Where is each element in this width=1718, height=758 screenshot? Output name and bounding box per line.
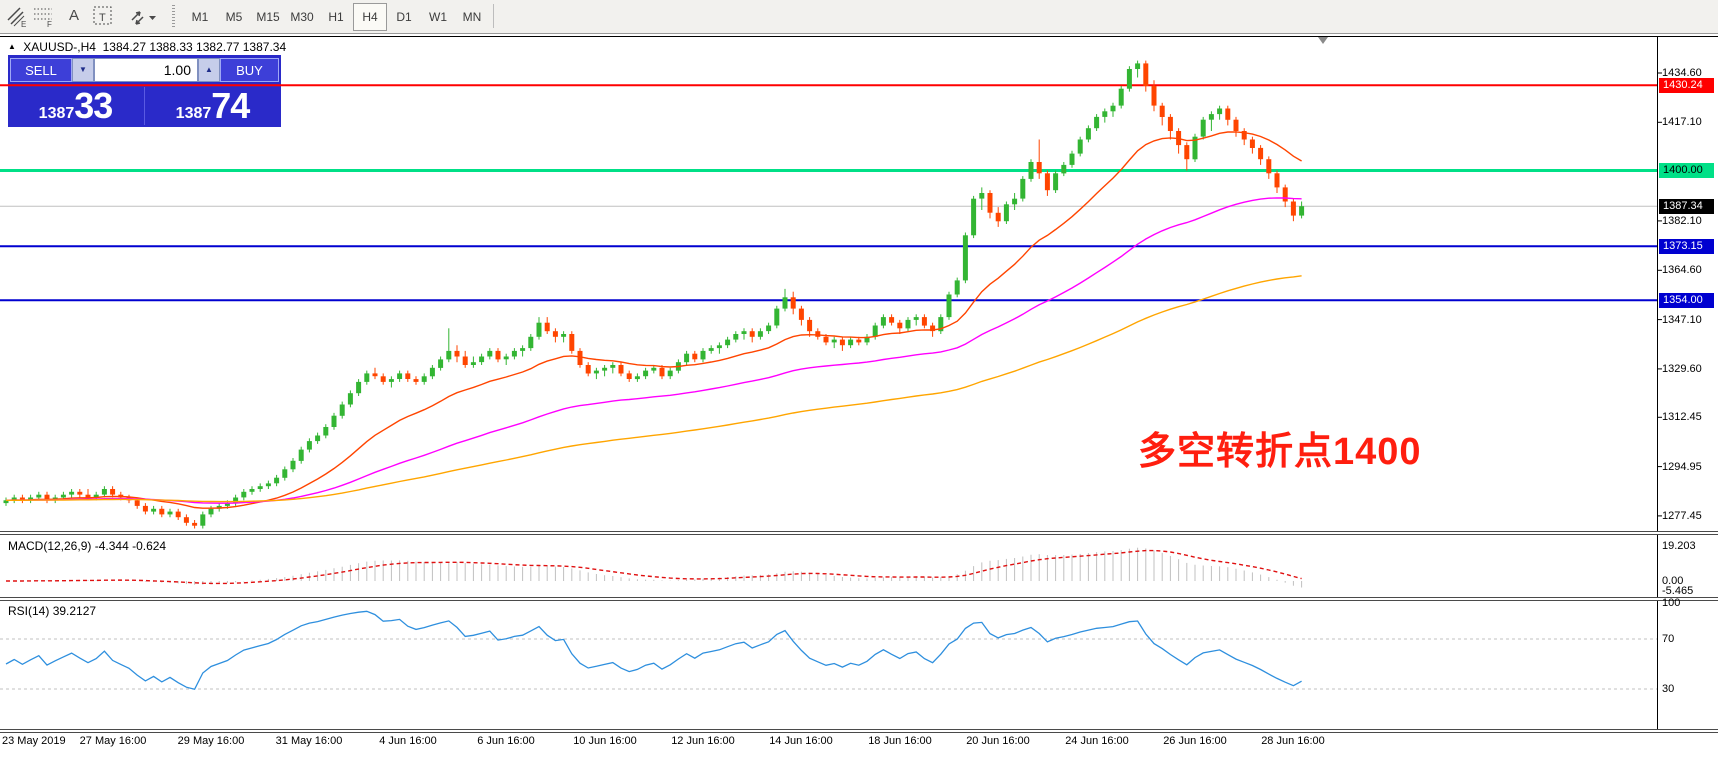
fibonacci-grid-icon[interactable]: F (32, 4, 56, 29)
chart-border (0, 36, 1718, 37)
time-axis-label: 20 Jun 16:00 (966, 735, 1030, 747)
rsi-axis-label: 100 (1662, 597, 1681, 609)
macd-value: -4.344 -0.624 (94, 539, 167, 553)
level-price-badge: 1430.24 (1659, 78, 1714, 93)
rsi-value: 39.2127 (52, 604, 97, 618)
buy-price-small: 1387 (175, 105, 212, 122)
symbol-ohlc: 1384.27 1388.33 1382.77 1387.34 (102, 40, 287, 54)
chart-window: ▲ XAUUSD-,H4 1384.27 1388.33 1382.77 138… (0, 34, 1718, 753)
timeframe-w1[interactable]: W1 (421, 3, 455, 31)
price-label: 1364.60 (1662, 264, 1702, 276)
buy-price-big: 74 (211, 85, 250, 126)
svg-text:F: F (47, 20, 52, 28)
timeframe-m5[interactable]: M5 (217, 3, 251, 31)
price-axis-line (1657, 36, 1658, 733)
sell-price-big: 33 (74, 85, 113, 126)
timeaxis-splitter (0, 729, 1718, 733)
level-price-badge: 1400.00 (1659, 163, 1714, 178)
time-axis-label: 4 Jun 16:00 (379, 735, 437, 747)
sell-price[interactable]: 138733 (8, 85, 143, 126)
toolbar-separator (493, 4, 494, 28)
sell-price-small: 1387 (38, 105, 75, 122)
toolbar-drag-handle[interactable] (172, 5, 175, 27)
timeframe-mn[interactable]: MN (455, 3, 489, 31)
timeframe-d1[interactable]: D1 (387, 3, 421, 31)
svg-text:T: T (99, 12, 106, 24)
sell-button[interactable]: SELL (10, 58, 72, 82)
timeframe-bar: M1 M5 M15 M30 H1 H4 D1 W1 MN (183, 3, 489, 31)
timeframe-m15[interactable]: M15 (251, 3, 285, 31)
mt4-window: E F A T M1 M5 M15 M30 H1 H4 D1 W1 MN ▲ X… (0, 0, 1718, 753)
volume-input[interactable] (94, 58, 198, 82)
rsi-axis-label: 70 (1662, 633, 1675, 645)
buy-button[interactable]: BUY (220, 58, 279, 82)
equidistant-channel-icon[interactable]: E (6, 4, 28, 29)
volume-decrease-button[interactable]: ▼ (72, 58, 94, 82)
rsi-splitter[interactable] (0, 597, 1718, 601)
time-axis-label: 31 May 16:00 (275, 735, 343, 747)
time-axis-label: 6 Jun 16:00 (477, 735, 535, 747)
scroll-anchor-icon[interactable] (1318, 37, 1328, 44)
level-price-badge: 1373.15 (1659, 239, 1714, 254)
time-axis-label: 28 Jun 16:00 (1261, 735, 1325, 747)
current-price-badge: 1387.34 (1659, 199, 1714, 214)
time-axis-label: 10 Jun 16:00 (573, 735, 637, 747)
volume-stepper: ▼ ▲ (72, 58, 220, 82)
timeframe-m1[interactable]: M1 (183, 3, 217, 31)
time-axis-label: 18 Jun 16:00 (868, 735, 932, 747)
timeframe-h1[interactable]: H1 (319, 3, 353, 31)
price-label: 1294.95 (1662, 461, 1702, 473)
time-axis-label: 29 May 16:00 (177, 735, 245, 747)
price-label: 1382.10 (1662, 215, 1702, 227)
time-axis-label: 24 Jun 16:00 (1065, 735, 1129, 747)
price-label: 1312.45 (1662, 411, 1702, 423)
time-axis-label: 27 May 16:00 (79, 735, 147, 747)
arrow-tools-icon[interactable] (128, 4, 158, 28)
time-axis-label: 14 Jun 16:00 (769, 735, 833, 747)
rsi-title: RSI(14) (8, 604, 50, 618)
timeframe-h4[interactable]: H4 (353, 3, 387, 31)
rsi-axis-label: 30 (1662, 683, 1675, 695)
buy-price[interactable]: 138774 (145, 85, 280, 126)
symbol-info: ▲ XAUUSD-,H4 1384.27 1388.33 1382.77 138… (8, 40, 286, 54)
chart-annotation-text: 多空转折点1400 (1138, 431, 1422, 473)
timeframe-m30[interactable]: M30 (285, 3, 319, 31)
time-axis-label: 23 May 2019 (2, 735, 66, 747)
svg-text:E: E (21, 20, 26, 28)
toolbar: E F A T M1 M5 M15 M30 H1 H4 D1 W1 MN (0, 0, 1718, 34)
text-label-icon[interactable]: A (66, 4, 82, 28)
rsi-header: RSI(14) 39.2127 (8, 604, 96, 618)
price-label: 1417.10 (1662, 116, 1702, 128)
macd-axis-label: 19.203 (1662, 540, 1696, 552)
symbol-name: XAUUSD-,H4 (23, 40, 96, 54)
collapse-icon[interactable]: ▲ (8, 42, 16, 51)
text-box-icon[interactable]: T (92, 4, 114, 28)
macd-header: MACD(12,26,9) -4.344 -0.624 (8, 539, 166, 553)
price-label: 1347.10 (1662, 314, 1702, 326)
macd-splitter[interactable] (0, 531, 1718, 535)
macd-title: MACD(12,26,9) (8, 539, 92, 553)
level-price-badge: 1354.00 (1659, 293, 1714, 308)
price-label: 1277.45 (1662, 510, 1702, 522)
time-axis-label: 12 Jun 16:00 (671, 735, 735, 747)
price-label: 1329.60 (1662, 363, 1702, 375)
volume-increase-button[interactable]: ▲ (198, 58, 220, 82)
time-axis-label: 26 Jun 16:00 (1163, 735, 1227, 747)
one-click-trade-panel: SELL ▼ ▲ BUY 138733 138774 (8, 55, 281, 127)
